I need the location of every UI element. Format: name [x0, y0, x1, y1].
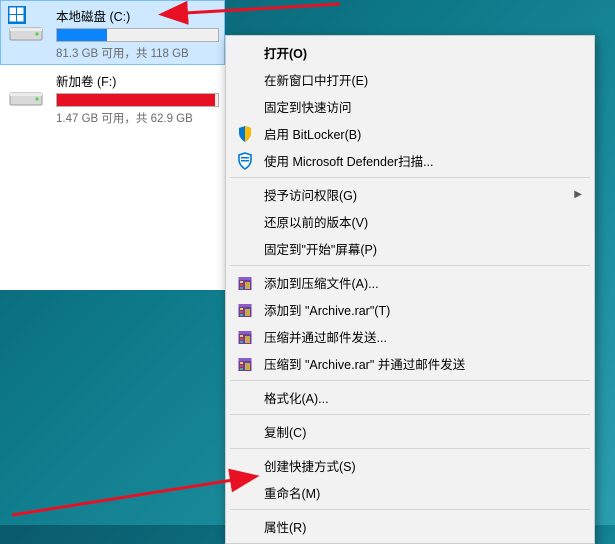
drive-icon — [6, 4, 46, 44]
menu-item[interactable]: 启用 BitLocker(B) — [228, 120, 592, 147]
drive-icon — [6, 69, 46, 109]
menu-item-label: 打开(O) — [264, 43, 582, 62]
menu-item-label: 格式化(A)... — [264, 388, 582, 407]
blank-icon — [236, 98, 254, 116]
menu-item-label: 固定到快速访问 — [264, 97, 582, 116]
drive-info: 新加卷 (F:) 1.47 GB 可用，共 62.9 GB — [56, 69, 219, 126]
menu-item[interactable]: 属性(R) — [228, 513, 592, 540]
menu-item-label: 添加到压缩文件(A)... — [264, 273, 582, 292]
blank-icon — [236, 389, 254, 407]
blank-icon — [236, 240, 254, 258]
menu-item-label: 压缩并通过邮件发送... — [264, 327, 582, 346]
menu-separator — [230, 509, 590, 510]
menu-item[interactable]: 创建快捷方式(S) — [228, 452, 592, 479]
menu-item[interactable]: 添加到 "Archive.rar"(T) — [228, 296, 592, 323]
menu-item-label: 还原以前的版本(V) — [264, 212, 582, 231]
menu-item-label: 启用 BitLocker(B) — [264, 124, 582, 143]
menu-item[interactable]: 在新窗口中打开(E) — [228, 66, 592, 93]
blank-icon — [236, 213, 254, 231]
rar-icon — [236, 355, 254, 373]
rar-icon — [236, 274, 254, 292]
usage-fill — [57, 29, 107, 41]
menu-item[interactable]: 添加到压缩文件(A)... — [228, 269, 592, 296]
menu-separator — [230, 414, 590, 415]
drive-stats: 1.47 GB 可用，共 62.9 GB — [56, 110, 219, 126]
drive-context-menu: 打开(O) 在新窗口中打开(E) 固定到快速访问 启用 BitLocker(B) 使… — [225, 35, 595, 544]
menu-item-label: 重命名(M) — [264, 483, 582, 502]
blank-icon — [236, 484, 254, 502]
menu-separator — [230, 448, 590, 449]
menu-item[interactable]: 压缩到 "Archive.rar" 并通过邮件发送 — [228, 350, 592, 377]
menu-item[interactable]: 重命名(M) — [228, 479, 592, 506]
drive-info: 本地磁盘 (C:) 81.3 GB 可用，共 118 GB — [56, 4, 219, 61]
blank-icon — [236, 71, 254, 89]
blank-icon — [236, 186, 254, 204]
drive-name: 本地磁盘 (C:) — [56, 6, 219, 25]
menu-item[interactable]: 固定到"开始"屏幕(P) — [228, 235, 592, 262]
menu-separator — [230, 380, 590, 381]
menu-item[interactable]: 打开(O) — [228, 39, 592, 66]
usage-bar — [56, 28, 219, 42]
menu-item-label: 复制(C) — [264, 422, 582, 441]
menu-item-label: 固定到"开始"屏幕(P) — [264, 239, 582, 258]
drive-name: 新加卷 (F:) — [56, 71, 219, 90]
usage-bar — [56, 93, 219, 107]
drive-item[interactable]: 新加卷 (F:) 1.47 GB 可用，共 62.9 GB — [0, 65, 225, 130]
drive-stats: 81.3 GB 可用，共 118 GB — [56, 45, 219, 61]
menu-item-label: 属性(R) — [264, 517, 582, 536]
blank-icon — [236, 423, 254, 441]
menu-item-label: 在新窗口中打开(E) — [264, 70, 582, 89]
blank-icon — [236, 518, 254, 536]
chevron-right-icon: ▶ — [574, 189, 582, 200]
drive-item[interactable]: 本地磁盘 (C:) 81.3 GB 可用，共 118 GB — [0, 0, 225, 65]
rar-icon — [236, 328, 254, 346]
menu-item[interactable]: 还原以前的版本(V) — [228, 208, 592, 235]
menu-item[interactable]: 格式化(A)... — [228, 384, 592, 411]
usage-fill — [57, 94, 215, 106]
menu-separator — [230, 265, 590, 266]
blank-icon — [236, 44, 254, 62]
blank-icon — [236, 457, 254, 475]
menu-item[interactable]: 复制(C) — [228, 418, 592, 445]
menu-item[interactable]: 授予访问权限(G)▶ — [228, 181, 592, 208]
explorer-drives-panel: 本地磁盘 (C:) 81.3 GB 可用，共 118 GB 新加卷 (F:) 1.4… — [0, 0, 225, 290]
menu-item[interactable]: 压缩并通过邮件发送... — [228, 323, 592, 350]
menu-item-label: 添加到 "Archive.rar"(T) — [264, 300, 582, 319]
menu-item-label: 创建快捷方式(S) — [264, 456, 582, 475]
menu-item-label: 使用 Microsoft Defender扫描... — [264, 151, 582, 170]
menu-item-label: 授予访问权限(G) — [264, 185, 574, 204]
shield-blue-icon — [236, 125, 254, 143]
shield-outline-icon — [236, 152, 254, 170]
menu-item[interactable]: 使用 Microsoft Defender扫描... — [228, 147, 592, 174]
menu-separator — [230, 177, 590, 178]
menu-item[interactable]: 固定到快速访问 — [228, 93, 592, 120]
menu-item-label: 压缩到 "Archive.rar" 并通过邮件发送 — [264, 354, 582, 373]
rar-icon — [236, 301, 254, 319]
